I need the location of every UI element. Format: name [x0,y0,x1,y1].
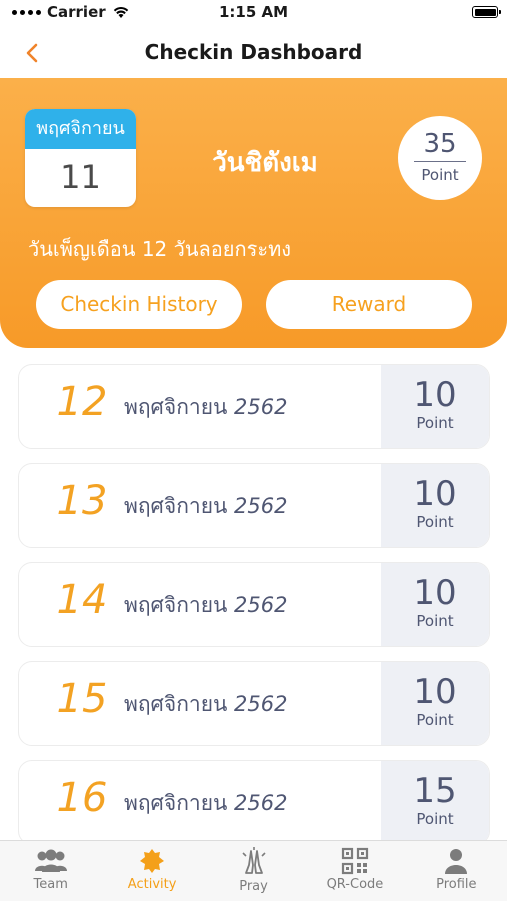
reward-button[interactable]: Reward [266,280,472,329]
checkin-date: พฤศจิกายน 2562 [124,490,288,523]
checkin-points-value: 15 [413,771,457,811]
tab-label: QR-Code [326,877,384,892]
tab-bar: Team Activity Pray QR-Code Profile [0,840,507,901]
tab-label: Profile [436,877,477,892]
calendar-day: 11 [60,158,101,196]
checkin-day: 12 [56,379,108,425]
checkin-points-unit: Point [416,612,454,630]
checkin-points-value: 10 [413,375,457,415]
team-icon [34,849,67,872]
checkin-points-value: 10 [413,573,457,613]
tab-profile[interactable]: Profile [406,841,507,901]
checkin-points: 10 Point [381,563,489,646]
checkin-month: พฤศจิกายน [124,692,228,716]
checkin-month: พฤศจิกายน [124,395,228,419]
status-bar: Carrier 1:15 AM [0,0,507,28]
calendar-month: พฤศจิกายน [25,109,136,149]
checkin-date: พฤศจิกายน 2562 [124,688,288,721]
checkin-month: พฤศจิกายน [124,593,228,617]
tab-qr-code[interactable]: QR-Code [304,841,405,901]
checkin-points-value: 10 [413,474,457,514]
tab-pray[interactable]: Pray [203,841,304,901]
checkin-row[interactable]: 12 พฤศจิกายน 2562 10 Point [18,364,490,449]
checkin-year: 2562 [234,494,288,518]
checkin-row[interactable]: 16 พฤศจิกายน 2562 15 Point [18,760,490,845]
status-time: 1:15 AM [218,3,289,21]
calendar-widget: พฤศจิกายน 11 [25,109,136,207]
checkin-year: 2562 [234,791,288,815]
activity-icon [140,849,165,873]
checkin-list: 12 พฤศจิกายน 2562 10 Point 13 พฤศจิกายน … [18,364,490,859]
checkin-points-value: 10 [413,672,457,712]
battery-icon [472,6,501,18]
checkin-points: 10 Point [381,464,489,547]
pray-icon [241,847,266,874]
checkin-history-button[interactable]: Checkin History [36,280,242,329]
checkin-points: 10 Point [381,662,489,745]
checkin-day: 15 [56,676,108,722]
checkin-month: พฤศจิกายน [124,791,228,815]
checkin-points: 15 Point [381,761,489,844]
checkin-row[interactable]: 14 พฤศจิกายน 2562 10 Point [18,562,490,647]
checkin-month: พฤศจิกายน [124,494,228,518]
checkin-points-unit: Point [416,414,454,432]
total-points-unit: Point [421,166,459,184]
day-name: วันชิตังเม [212,148,318,178]
tab-team[interactable]: Team [0,841,101,901]
checkin-day: 14 [56,577,108,623]
tab-label: Activity [127,877,177,892]
profile-icon [445,849,468,874]
checkin-date: พฤศจิกายน 2562 [124,787,288,820]
tab-label: Team [33,877,68,892]
checkin-points-unit: Point [416,810,454,828]
checkin-year: 2562 [234,593,288,617]
nav-bar: Checkin Dashboard [0,28,507,78]
page-title: Checkin Dashboard [144,40,363,64]
checkin-year: 2562 [234,692,288,716]
checkin-day: 16 [56,775,108,821]
checkin-points: 10 Point [381,365,489,448]
tab-label: Pray [239,879,268,894]
checkin-day: 13 [56,478,108,524]
checkin-points-unit: Point [416,711,454,729]
checkin-summary-card: พฤศจิกายน 11 วันชิตังเม 35 Point วันเพ็ญ… [0,78,507,348]
checkin-points-unit: Point [416,513,454,531]
total-points-value: 35 [414,129,466,162]
qr-code-icon [341,847,369,875]
checkin-year: 2562 [234,395,288,419]
checkin-row[interactable]: 15 พฤศจิกายน 2562 10 Point [18,661,490,746]
checkin-date: พฤศจิกายน 2562 [124,391,288,424]
day-description: วันเพ็ญเดือน 12 วันลอยกระทง [28,237,292,261]
checkin-row[interactable]: 13 พฤศจิกายน 2562 10 Point [18,463,490,548]
total-points-badge: 35 Point [398,116,482,200]
tab-activity[interactable]: Activity [101,841,202,901]
checkin-date: พฤศจิกายน 2562 [124,589,288,622]
